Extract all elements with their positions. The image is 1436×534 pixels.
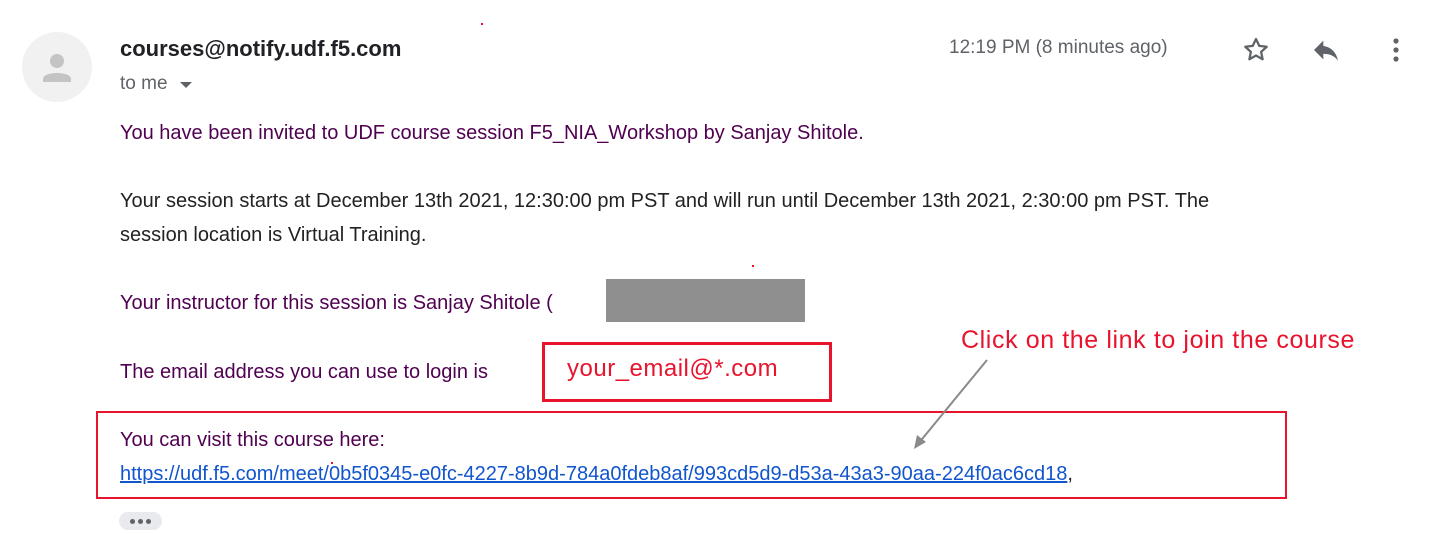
stray-mark	[752, 265, 754, 267]
reply-icon	[1314, 40, 1338, 61]
stray-mark	[481, 23, 483, 25]
annotation-callout: Click on the link to join the course	[961, 326, 1356, 354]
star-button[interactable]	[1239, 33, 1273, 67]
schedule-text-line-1: Your session starts at December 13th 202…	[120, 190, 1210, 212]
sender-address: courses@notify.udf.f5.com	[120, 36, 402, 61]
star-icon	[1244, 37, 1268, 61]
stray-mark	[331, 462, 333, 464]
course-link-line: https://udf.f5.com/meet/0b5f0345-e0fc-42…	[120, 457, 1073, 491]
invite-text: You have been invited to UDF course sess…	[120, 122, 864, 144]
annotation-arrow-icon	[914, 359, 988, 449]
link-suffix: ,	[1067, 463, 1073, 485]
ellipsis-dot-icon	[138, 518, 143, 524]
reply-button[interactable]	[1309, 33, 1343, 67]
ellipsis-dot-icon	[146, 518, 151, 524]
more-options-button[interactable]	[1379, 33, 1413, 67]
recipient-details-toggle[interactable]: to me	[120, 73, 192, 95]
instructor-text: Your instructor for this session is Sanj…	[120, 292, 553, 314]
recipient-label: to me	[120, 73, 168, 94]
ellipsis-dot-icon	[130, 518, 135, 524]
login-email: your_email@*.com	[567, 355, 779, 382]
login-label: The email address you can use to login i…	[120, 361, 488, 383]
course-link[interactable]: https://udf.f5.com/meet/0b5f0345-e0fc-42…	[120, 463, 1067, 485]
redacted-block	[606, 279, 805, 322]
message-timestamp: 12:19 PM (8 minutes ago)	[949, 37, 1168, 58]
more-vert-icon	[1393, 38, 1399, 62]
show-trimmed-content-button[interactable]	[119, 512, 162, 530]
chevron-down-icon[interactable]	[179, 82, 192, 88]
sender-avatar[interactable]	[22, 32, 92, 102]
visit-course-label: You can visit this course here:	[120, 429, 385, 451]
schedule-text-line-2: session location is Virtual Training.	[120, 224, 427, 246]
person-icon	[43, 54, 71, 82]
